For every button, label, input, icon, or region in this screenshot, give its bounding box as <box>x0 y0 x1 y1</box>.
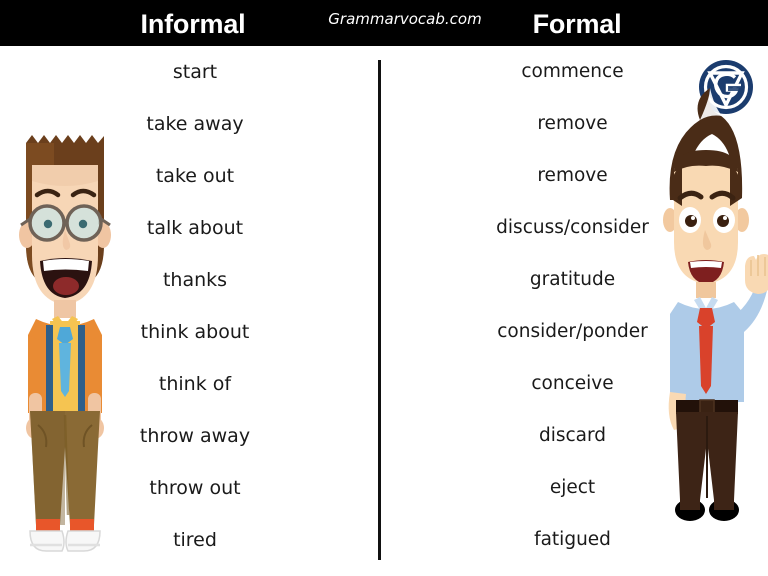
list-item: throw out <box>149 477 241 499</box>
list-item: take away <box>146 113 244 135</box>
list-item: talk about <box>146 217 244 239</box>
column-divider <box>378 60 381 560</box>
list-item: take out <box>155 165 235 187</box>
list-item: tired <box>173 529 217 551</box>
informal-word-column: start take away take out talk about than… <box>110 46 280 566</box>
list-item: think of <box>158 373 232 395</box>
casual-boy-illustration <box>2 95 128 557</box>
list-item: thanks <box>162 269 228 291</box>
list-item: start <box>172 61 218 83</box>
list-item: throw away <box>139 425 251 447</box>
businessman-illustration <box>648 80 768 540</box>
list-item: think about <box>140 321 250 343</box>
header-title-formal: Formal <box>532 9 622 39</box>
